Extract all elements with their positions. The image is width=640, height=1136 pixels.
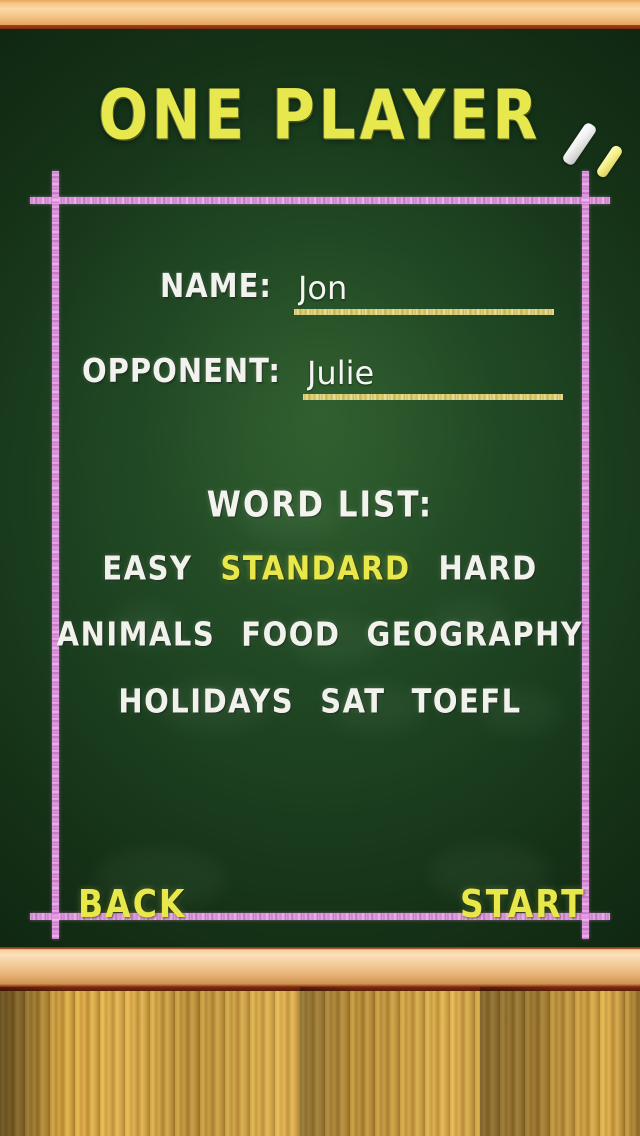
word-option-toefl[interactable]: TOEFL <box>412 682 522 721</box>
floor-shade <box>0 987 62 1136</box>
name-input[interactable] <box>293 269 554 307</box>
word-option-food[interactable]: FOOD <box>241 615 340 654</box>
opponent-underline <box>302 394 563 400</box>
word-option-sat[interactable]: SAT <box>320 682 385 721</box>
word-option-standard[interactable]: STANDARD <box>220 549 410 588</box>
frame-top-line <box>30 197 610 204</box>
opponent-label: OPPONENT: <box>82 351 281 391</box>
back-button[interactable]: BACK <box>78 881 186 926</box>
opponent-field-box[interactable] <box>302 354 563 400</box>
opponent-input[interactable] <box>302 354 563 392</box>
name-label: NAME: <box>160 266 272 306</box>
start-button[interactable]: START <box>460 881 586 926</box>
floor-shade <box>300 987 350 1136</box>
page-title: ONE PLAYER <box>98 74 542 156</box>
word-option-hard[interactable]: HARD <box>439 549 538 588</box>
word-option-easy[interactable]: EASY <box>102 549 192 588</box>
opponent-row: OPPONENT: <box>82 351 563 400</box>
word-list-title: WORD LIST: <box>206 484 434 526</box>
one-player-setup-screen: ONE PLAYER NAME: OPPONENT: WORD LIST: <box>0 0 640 1136</box>
name-field-box[interactable] <box>293 269 554 315</box>
chalkboard: ONE PLAYER NAME: OPPONENT: WORD LIST: <box>0 29 640 947</box>
word-list-row-topics-2: HOLIDAYS SAT TOEFL <box>0 682 640 721</box>
name-row: NAME: <box>160 266 554 315</box>
wood-floor <box>0 987 640 1136</box>
word-list-row-topics-1: ANIMALS FOOD GEOGRAPHY <box>0 615 640 654</box>
word-option-animals[interactable]: ANIMALS <box>57 615 216 654</box>
chalk-ledge <box>0 947 640 987</box>
top-wood-frame <box>0 0 640 29</box>
floor-shade <box>480 987 550 1136</box>
name-underline <box>293 309 554 315</box>
word-option-holidays[interactable]: HOLIDAYS <box>118 682 294 721</box>
word-list-row-difficulty: EASY STANDARD HARD <box>0 549 640 588</box>
word-option-geography[interactable]: GEOGRAPHY <box>367 615 584 654</box>
